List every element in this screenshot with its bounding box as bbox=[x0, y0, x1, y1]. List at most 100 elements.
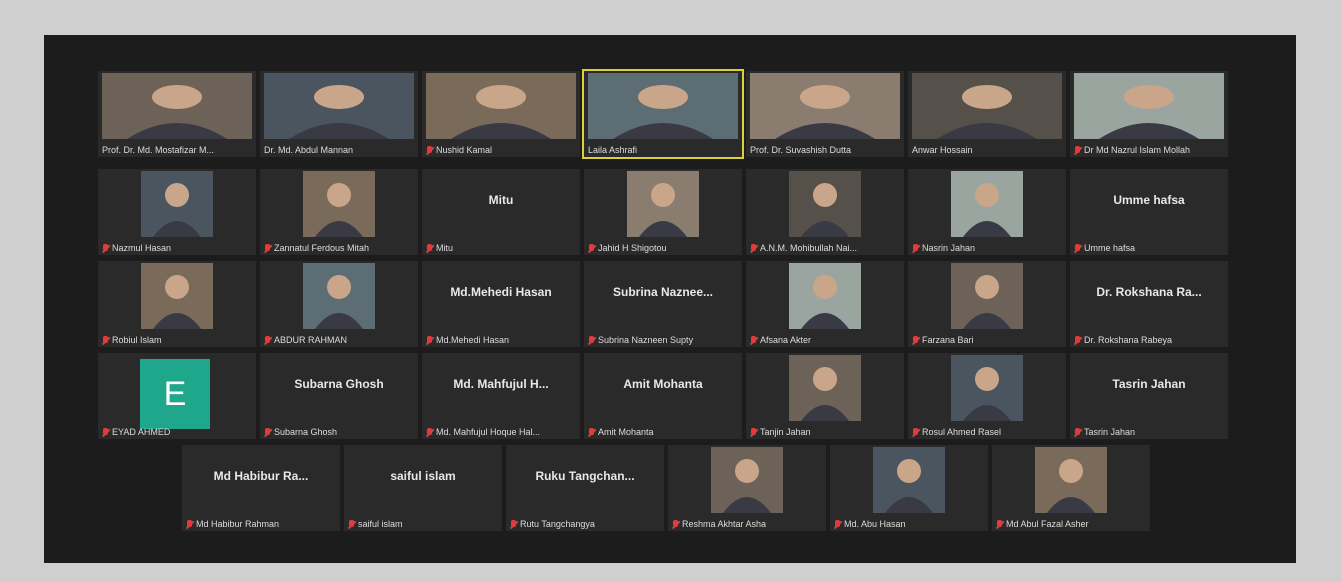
participant-tile[interactable]: saiful islam saiful islam bbox=[344, 445, 502, 531]
participant-name: Tanjin Jahan bbox=[760, 427, 811, 437]
muted-mic-icon bbox=[912, 427, 919, 437]
participant-tile[interactable]: Subarna Ghosh Subarna Ghosh bbox=[260, 353, 418, 439]
participant-name: Reshma Akhtar Asha bbox=[682, 519, 767, 529]
muted-mic-icon bbox=[426, 145, 433, 155]
participant-tile[interactable]: Dr. Rokshana Ra... Dr. Rokshana Rabeya bbox=[1070, 261, 1228, 347]
muted-mic-icon bbox=[588, 427, 595, 437]
participant-caption: Dr Md Nazrul Islam Mollah bbox=[1074, 145, 1224, 155]
participant-caption: ABDUR RAHMAN bbox=[264, 335, 414, 345]
participant-display-name: Mitu bbox=[488, 193, 514, 207]
participant-caption: Md Abul Fazal Asher bbox=[996, 519, 1146, 529]
participant-caption: Umme hafsa bbox=[1074, 243, 1224, 253]
muted-mic-icon bbox=[186, 519, 193, 529]
participant-video bbox=[303, 171, 375, 237]
participant-tile[interactable]: Nazmul Hasan bbox=[98, 169, 256, 255]
participant-caption: Rosul Ahmed Rasel bbox=[912, 427, 1062, 437]
participant-tile[interactable]: Dr. Md. Abdul Mannan bbox=[260, 71, 418, 157]
participant-caption: Prof. Dr. Md. Mostafizar M... bbox=[102, 145, 252, 155]
muted-mic-icon bbox=[264, 427, 271, 437]
avatar: E bbox=[140, 359, 210, 429]
participant-caption: saiful islam bbox=[348, 519, 498, 529]
participant-name: Md Habibur Rahman bbox=[196, 519, 280, 529]
participant-name: Rutu Tangchangya bbox=[520, 519, 595, 529]
participant-tile[interactable]: Nasrin Jahan bbox=[908, 169, 1066, 255]
participant-tile[interactable]: Dr Md Nazrul Islam Mollah bbox=[1070, 71, 1228, 157]
participant-caption: Dr. Md. Abdul Mannan bbox=[264, 145, 414, 155]
muted-mic-icon bbox=[510, 519, 517, 529]
participant-tile[interactable]: Md. Mahfujul H... Md. Mahfujul Hoque Hal.… bbox=[422, 353, 580, 439]
participant-tile[interactable]: Tanjin Jahan bbox=[746, 353, 904, 439]
muted-mic-icon bbox=[102, 335, 109, 345]
participant-tile[interactable]: Nushid Kamal bbox=[422, 71, 580, 157]
participant-caption: Md.Mehedi Hasan bbox=[426, 335, 576, 345]
participant-tile[interactable]: Tasrin Jahan Tasrin Jahan bbox=[1070, 353, 1228, 439]
participant-video bbox=[303, 263, 375, 329]
participant-tile[interactable]: Robiul Islam bbox=[98, 261, 256, 347]
participant-tile[interactable]: Prof. Dr. Suvashish Dutta bbox=[746, 71, 904, 157]
participant-tile[interactable]: Subrina Naznee... Subrina Nazneen Supty bbox=[584, 261, 742, 347]
participant-caption: Afsana Akter bbox=[750, 335, 900, 345]
participant-name: Md. Mahfujul Hoque Hal... bbox=[436, 427, 541, 437]
participant-caption: Rutu Tangchangya bbox=[510, 519, 660, 529]
muted-mic-icon bbox=[102, 427, 109, 437]
participant-name: Md.Mehedi Hasan bbox=[436, 335, 510, 345]
participant-display-name: Tasrin Jahan bbox=[1112, 377, 1186, 391]
participant-video bbox=[1074, 73, 1224, 139]
participant-display-name: Md. Mahfujul H... bbox=[453, 377, 549, 391]
muted-mic-icon bbox=[912, 335, 919, 345]
participant-tile[interactable]: Afsana Akter bbox=[746, 261, 904, 347]
participant-video bbox=[750, 73, 900, 139]
muted-mic-icon bbox=[1074, 243, 1081, 253]
participant-name: Md. Abu Hasan bbox=[844, 519, 906, 529]
participant-tile[interactable]: Anwar Hossain bbox=[908, 71, 1066, 157]
participant-tile[interactable]: ABDUR RAHMAN bbox=[260, 261, 418, 347]
muted-mic-icon bbox=[1074, 145, 1081, 155]
muted-mic-icon bbox=[426, 427, 433, 437]
participant-tile[interactable]: Amit Mohanta Amit Mohanta bbox=[584, 353, 742, 439]
participant-caption: Tanjin Jahan bbox=[750, 427, 900, 437]
muted-mic-icon bbox=[1074, 427, 1081, 437]
participant-name: Nasrin Jahan bbox=[922, 243, 976, 253]
participant-tile[interactable]: Ruku Tangchan... Rutu Tangchangya bbox=[506, 445, 664, 531]
participant-tile[interactable]: A.N.M. Mohibullah Nai... bbox=[746, 169, 904, 255]
participant-video bbox=[627, 171, 699, 237]
participant-display-name: Ruku Tangchan... bbox=[535, 469, 635, 483]
participant-caption: Prof. Dr. Suvashish Dutta bbox=[750, 145, 900, 155]
participant-tile[interactable]: Md Habibur Ra... Md Habibur Rahman bbox=[182, 445, 340, 531]
participant-caption: Amit Mohanta bbox=[588, 427, 738, 437]
participant-name: Amit Mohanta bbox=[598, 427, 654, 437]
participant-name: Jahid H Shigotou bbox=[598, 243, 667, 253]
participant-tile[interactable]: Md. Abu Hasan bbox=[830, 445, 988, 531]
participant-video bbox=[951, 355, 1023, 421]
participant-tile[interactable]: Farzana Bari bbox=[908, 261, 1066, 347]
participant-name: ABDUR RAHMAN bbox=[274, 335, 348, 345]
participant-name: Farzana Bari bbox=[922, 335, 974, 345]
participant-display-name: Amit Mohanta bbox=[623, 377, 703, 391]
participant-tile[interactable]: Prof. Dr. Md. Mostafizar M... bbox=[98, 71, 256, 157]
participant-caption: Subarna Ghosh bbox=[264, 427, 414, 437]
participant-video bbox=[141, 171, 213, 237]
participant-display-name: Md.Mehedi Hasan bbox=[450, 285, 552, 299]
participant-tile[interactable]: Jahid H Shigotou bbox=[584, 169, 742, 255]
participant-tile[interactable]: Md Abul Fazal Asher bbox=[992, 445, 1150, 531]
participant-tile[interactable]: E EYAD AHMED bbox=[98, 353, 256, 439]
participant-video bbox=[912, 73, 1062, 139]
participant-display-name: Subrina Naznee... bbox=[612, 285, 714, 299]
participant-name: A.N.M. Mohibullah Nai... bbox=[760, 243, 858, 253]
participant-tile[interactable]: Zannatul Ferdous Mitah bbox=[260, 169, 418, 255]
participant-video bbox=[789, 355, 861, 421]
participant-name: Dr Md Nazrul Islam Mollah bbox=[1084, 145, 1191, 155]
muted-mic-icon bbox=[264, 243, 271, 253]
participant-name: Laila Ashrafi bbox=[588, 145, 638, 155]
muted-mic-icon bbox=[588, 335, 595, 345]
participant-tile[interactable]: Md.Mehedi Hasan Md.Mehedi Hasan bbox=[422, 261, 580, 347]
participant-tile[interactable]: Laila Ashrafi bbox=[582, 69, 744, 159]
participant-tile[interactable]: Umme hafsa Umme hafsa bbox=[1070, 169, 1228, 255]
participant-tile[interactable]: Reshma Akhtar Asha bbox=[668, 445, 826, 531]
participant-tile[interactable]: Rosul Ahmed Rasel bbox=[908, 353, 1066, 439]
muted-mic-icon bbox=[1074, 335, 1081, 345]
participant-caption: Nushid Kamal bbox=[426, 145, 576, 155]
muted-mic-icon bbox=[102, 243, 109, 253]
participant-tile[interactable]: Mitu Mitu bbox=[422, 169, 580, 255]
participant-name: EYAD AHMED bbox=[112, 427, 171, 437]
